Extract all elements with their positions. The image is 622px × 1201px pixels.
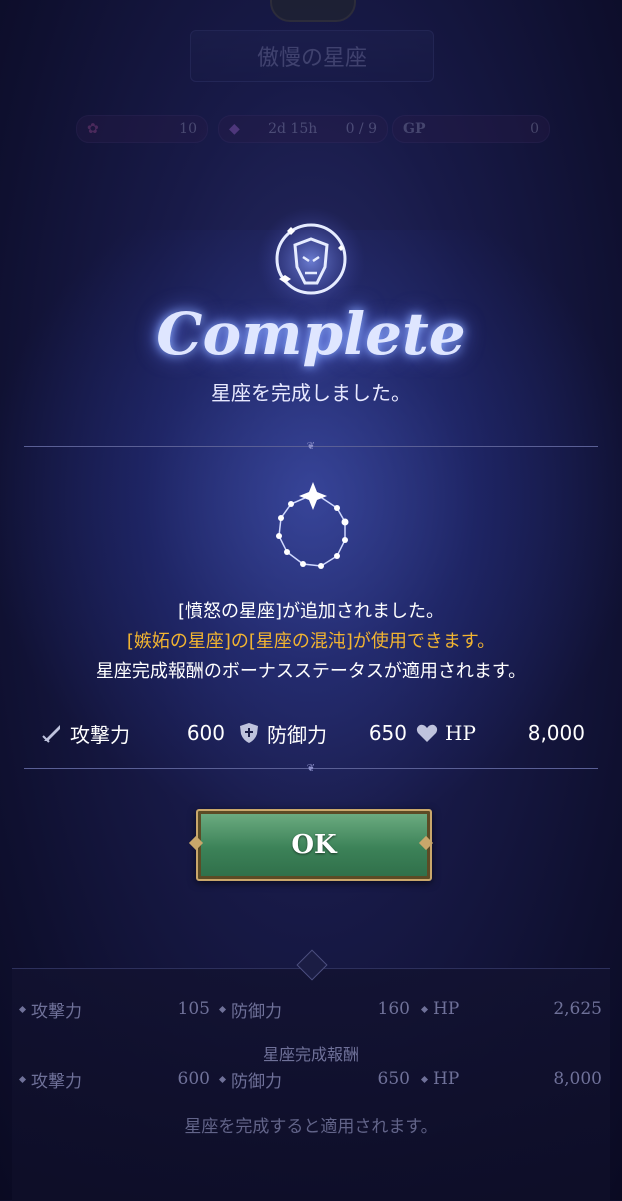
top-emblem xyxy=(270,0,356,22)
gp-resource-pill: GP 0 xyxy=(392,115,550,143)
sword-icon xyxy=(42,725,60,743)
gem-progress: 0 / 9 xyxy=(345,121,377,137)
heart-icon xyxy=(416,724,438,742)
flower-icon: ✿ xyxy=(87,121,99,137)
flower-resource-value: 10 xyxy=(179,121,197,137)
reward-defense-value: 650 xyxy=(377,1069,410,1089)
completion-reward-caption: 星座完成報酬 xyxy=(262,1045,359,1064)
constellation-ring-icon xyxy=(276,482,349,569)
message-bonus-applied: 星座完成報酬のボーナスステータスが適用されます。 xyxy=(95,661,527,682)
bullet-icon xyxy=(18,1005,27,1013)
current-attack-value: 105 xyxy=(177,999,210,1019)
current-defense-value: 160 xyxy=(377,999,410,1019)
bonus-defense-label: 防御力 xyxy=(267,722,327,747)
reward-defense-label: 防御力 xyxy=(231,1071,282,1092)
bullet-icon xyxy=(218,1075,227,1083)
apply-note: 星座を完成すると適用されます。 xyxy=(184,1117,438,1137)
ok-label: OK xyxy=(291,830,337,860)
gem-resource-pill: ◆ 2d 15h 0 / 9 xyxy=(218,115,388,143)
current-stats-row: 攻撃力 105 防御力 160 HP 2,625 xyxy=(18,996,602,1022)
bonus-stats-row: 攻撃力 600 防御力 650 HP 8,000 xyxy=(40,717,585,749)
gp-icon: GP xyxy=(403,121,426,137)
message-chaos-available: [嫉妬の星座]の[星座の混沌]が使用できます。 xyxy=(126,631,496,652)
current-hp-label: HP xyxy=(433,999,460,1019)
gem-icon: ◆ xyxy=(229,121,240,137)
reward-stats-row: 攻撃力 600 防御力 650 HP 8,000 xyxy=(18,1066,602,1092)
gem-timer: 2d 15h xyxy=(268,121,318,137)
gp-value: 0 xyxy=(530,121,539,137)
current-defense-label: 防御力 xyxy=(231,1001,282,1022)
bonus-attack-value: 600 xyxy=(186,721,225,745)
bonus-hp-value: 8,000 xyxy=(527,721,585,745)
reward-hp-label: HP xyxy=(433,1069,460,1089)
bullet-icon xyxy=(218,1005,227,1013)
constellation-title: 傲慢の星座 xyxy=(256,46,367,71)
bonus-defense-value: 650 xyxy=(368,721,407,745)
reward-attack-label: 攻撃力 xyxy=(31,1071,82,1092)
bonus-attack-label: 攻撃力 xyxy=(70,722,130,747)
shield-icon xyxy=(240,723,258,743)
message-constellation-added: [憤怒の星座]が追加されました。 xyxy=(177,601,445,622)
bullet-icon xyxy=(420,1005,429,1013)
bonus-hp-label: HP xyxy=(445,721,476,745)
divider-ornament-bottom: ❦ xyxy=(306,763,316,774)
constellation-title-banner: 傲慢の星座 xyxy=(190,30,434,82)
ok-button[interactable]: OK xyxy=(196,809,432,881)
divider-ornament: ❦ xyxy=(306,441,316,452)
reward-attack-value: 600 xyxy=(177,1069,210,1089)
current-attack-label: 攻撃力 xyxy=(31,1001,82,1022)
current-hp-value: 2,625 xyxy=(553,999,602,1019)
flower-resource-pill: ✿ 10 xyxy=(76,115,208,143)
bullet-icon xyxy=(420,1075,429,1083)
bullet-icon xyxy=(18,1075,27,1083)
reward-hp-value: 8,000 xyxy=(553,1069,602,1089)
complete-title: Complete xyxy=(156,300,466,368)
complete-subtitle: 星座を完成しました。 xyxy=(211,381,411,405)
